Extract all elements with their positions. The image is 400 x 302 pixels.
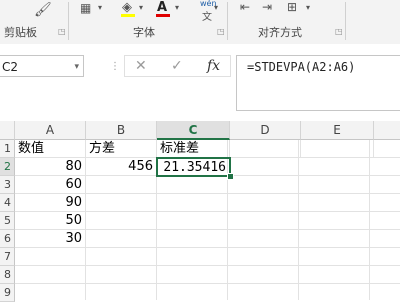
- select-all-corner[interactable]: [0, 121, 15, 140]
- row-header-6[interactable]: 6: [0, 230, 15, 248]
- format-painter-icon[interactable]: 🖌: [34, 2, 52, 18]
- fill-color-bar: [121, 14, 135, 17]
- row-header-7[interactable]: 7: [0, 248, 15, 266]
- cell-a6[interactable]: 30: [15, 230, 86, 248]
- row-header-2[interactable]: 2: [0, 158, 15, 176]
- column-header-a[interactable]: A: [15, 121, 86, 140]
- formula-input[interactable]: =STDEVPA(A2:A6): [236, 55, 400, 111]
- chevron-down-icon[interactable]: ▾: [175, 3, 179, 12]
- cell-b2[interactable]: 456: [86, 158, 157, 176]
- cell-e1[interactable]: [301, 140, 374, 158]
- insert-function-icon[interactable]: fx: [207, 58, 220, 74]
- dialog-launcher-icon[interactable]: ◳: [58, 28, 66, 36]
- cell-a5[interactable]: 50: [15, 212, 86, 230]
- column-header-e[interactable]: E: [301, 121, 374, 140]
- column-header-c[interactable]: C: [157, 121, 230, 140]
- cell-c2-selected[interactable]: 21.35416: [156, 157, 231, 177]
- row-header-1[interactable]: 1: [0, 140, 15, 158]
- chevron-down-icon[interactable]: ▾: [214, 3, 218, 12]
- chevron-down-icon[interactable]: ▾: [98, 3, 102, 12]
- font-color-icon[interactable]: A: [157, 0, 167, 15]
- row-header-9[interactable]: 9: [0, 284, 15, 302]
- fill-color-icon[interactable]: ◈: [122, 0, 132, 15]
- row-header-3[interactable]: 3: [0, 176, 15, 194]
- divider: [345, 2, 346, 40]
- row-header-4[interactable]: 4: [0, 194, 15, 212]
- increase-indent-icon[interactable]: ⇥: [262, 0, 272, 14]
- dialog-launcher-icon[interactable]: ◳: [335, 28, 343, 36]
- dialog-launcher-icon[interactable]: ◳: [217, 28, 225, 36]
- divider: [68, 2, 69, 40]
- column-header-d[interactable]: D: [230, 121, 301, 140]
- group-label-alignment: 对齐方式: [258, 26, 302, 39]
- formula-buttons: ✕ ✓ fx: [124, 55, 231, 77]
- cell-a2[interactable]: 80: [15, 158, 86, 176]
- enter-icon[interactable]: ✓: [171, 58, 183, 74]
- decrease-indent-icon[interactable]: ⇤: [240, 0, 250, 14]
- font-color-bar: [156, 14, 170, 17]
- group-label-font: 字体: [133, 26, 155, 39]
- fill-handle[interactable]: [227, 173, 234, 180]
- chevron-down-icon[interactable]: ▾: [74, 56, 79, 78]
- cell-c1[interactable]: 标准差: [157, 140, 230, 158]
- group-label-clipboard: 剪贴板: [4, 26, 37, 39]
- cell-a3[interactable]: 60: [15, 176, 86, 194]
- cell-a1[interactable]: 数值: [15, 140, 86, 158]
- name-box-value: C2: [2, 60, 19, 74]
- cancel-icon[interactable]: ✕: [135, 58, 147, 74]
- chevron-down-icon[interactable]: ▾: [139, 3, 143, 12]
- worksheet-grid: A B C D E 1 2 3 4 5 6 7 8 9 数值 方差 标准差 80…: [0, 121, 400, 302]
- divider: [227, 2, 228, 40]
- splitter-handle[interactable]: ⋮: [110, 61, 120, 72]
- merge-center-icon[interactable]: ⊞: [287, 0, 297, 14]
- borders-icon[interactable]: ▦: [80, 1, 91, 15]
- row-header-8[interactable]: 8: [0, 266, 15, 284]
- cell-b1[interactable]: 方差: [86, 140, 157, 158]
- chevron-down-icon[interactable]: ▾: [306, 3, 310, 12]
- column-header-b[interactable]: B: [86, 121, 157, 140]
- cell-d1[interactable]: [230, 140, 301, 158]
- row-header-5[interactable]: 5: [0, 212, 15, 230]
- cell-a4[interactable]: 90: [15, 194, 86, 212]
- column-header-next[interactable]: [374, 121, 400, 140]
- name-box[interactable]: C2 ▾: [0, 55, 84, 77]
- ribbon: 🖌 ▦ ▾ ◈ ▾ A ▾ wén 文 ▾ ⇤ ⇥ ⊞ ▾ 剪贴板 ◳ 字体 ◳…: [0, 0, 400, 45]
- phonetic-char: 文: [202, 12, 212, 23]
